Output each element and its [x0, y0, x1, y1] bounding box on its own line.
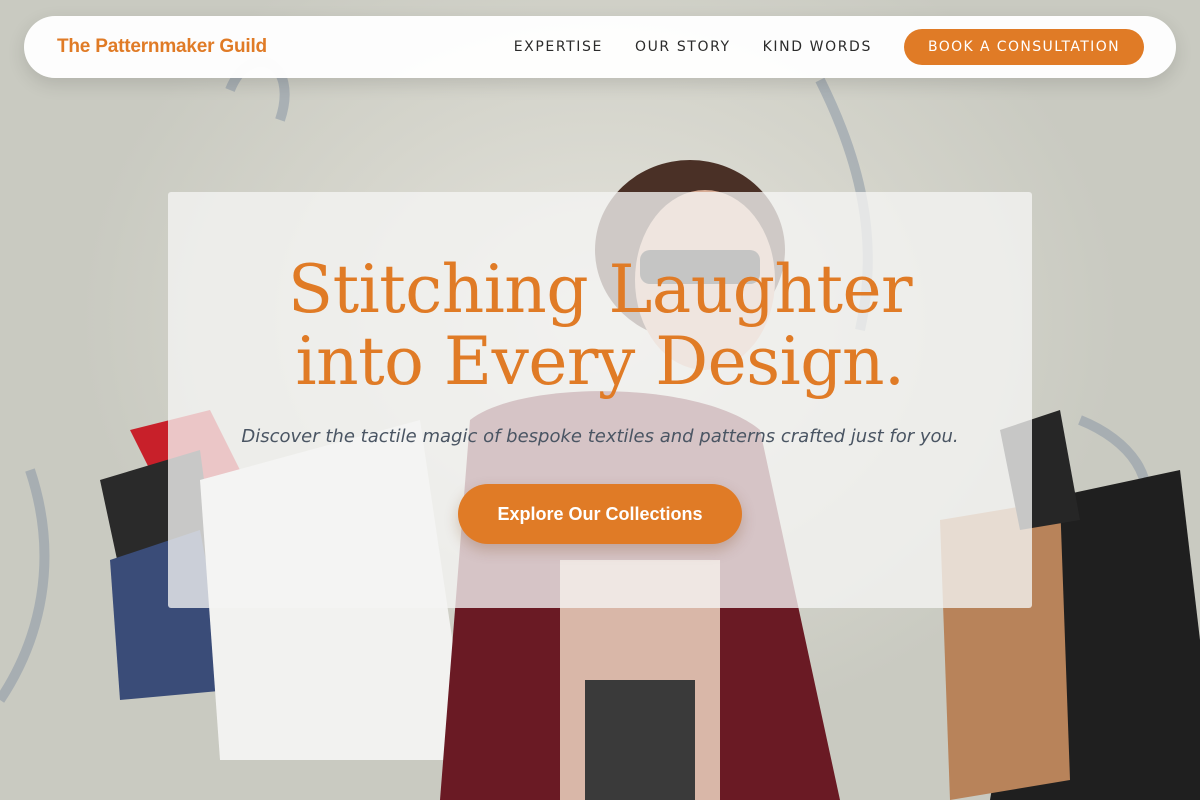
nav-link-expertise[interactable]: EXPERTISE — [514, 39, 603, 55]
hero-title-line-1: Stitching Laughter — [287, 251, 913, 328]
nav-link-kind-words[interactable]: KIND WORDS — [763, 39, 872, 55]
hero-subtitle: Discover the tactile magic of bespoke te… — [241, 426, 959, 447]
explore-collections-button[interactable]: Explore Our Collections — [458, 484, 742, 544]
nav-links: EXPERTISE OUR STORY KIND WORDS BOOK A CO… — [514, 29, 1144, 65]
hero-card: Stitching Laughter into Every Design. Di… — [168, 192, 1032, 608]
book-consultation-button[interactable]: BOOK A CONSULTATION — [903, 29, 1144, 65]
nav-link-our-story[interactable]: OUR STORY — [635, 39, 731, 55]
brand-logo-link[interactable]: The Patternmaker Guild — [57, 36, 267, 58]
hero-title-line-2: into Every Design. — [295, 323, 905, 400]
hero-title: Stitching Laughter into Every Design. — [168, 254, 1032, 398]
top-navbar: The Patternmaker Guild EXPERTISE OUR STO… — [24, 16, 1176, 78]
